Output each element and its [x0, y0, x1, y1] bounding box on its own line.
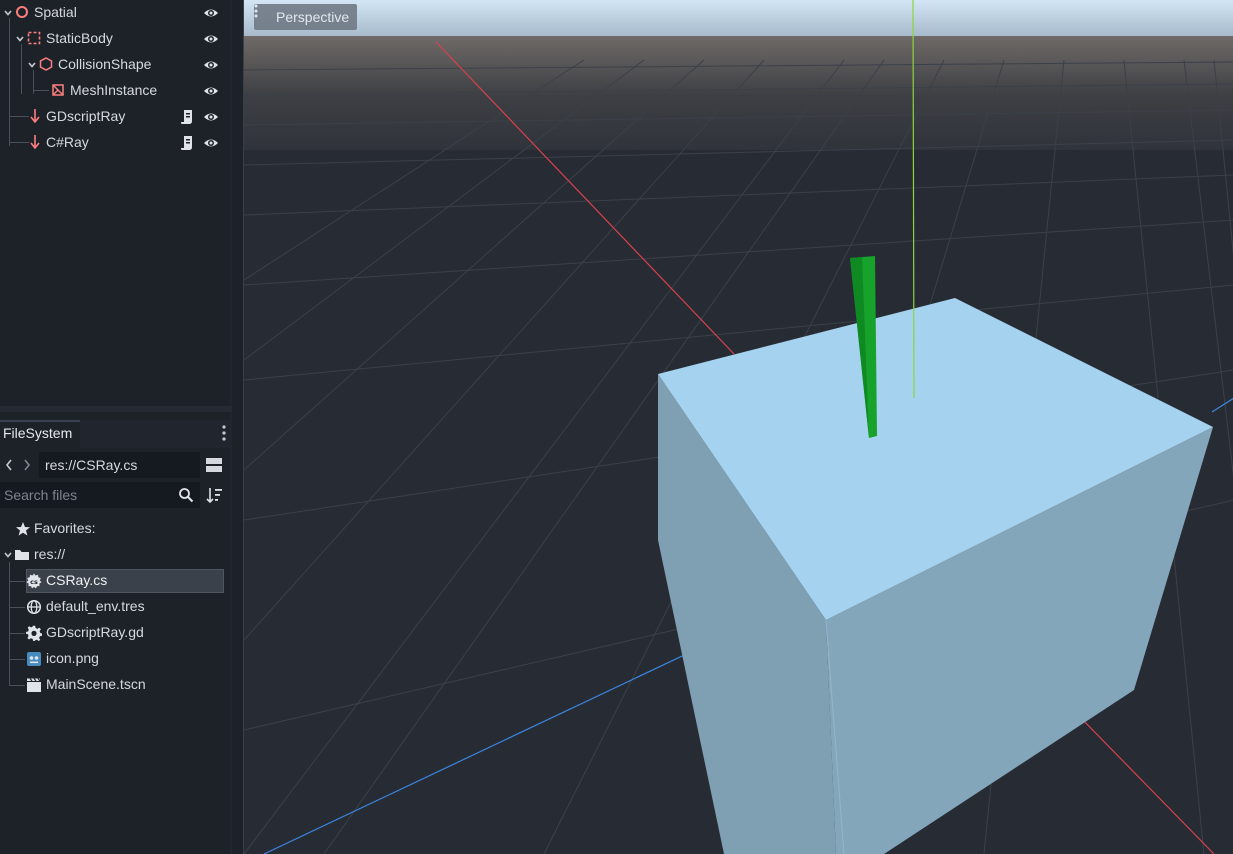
left-dock: Spatial StaticBody CollisionShape MeshIn…: [0, 0, 232, 854]
tree-guide: [9, 633, 25, 634]
tree-item-label: MeshInstance: [70, 82, 158, 98]
svg-text:cs: cs: [30, 578, 38, 586]
search-icon: [179, 488, 194, 503]
tree-item-spatial[interactable]: Spatial: [0, 0, 230, 26]
filesystem-tree: Favorites: res:// cs CSRay.cs default_en…: [0, 512, 230, 854]
3d-viewport[interactable]: Perspective: [243, 0, 1233, 854]
scene-tree-panel: Spatial StaticBody CollisionShape MeshIn…: [0, 0, 230, 406]
scene-icon: [27, 678, 41, 692]
forward-arrow-icon[interactable]: [21, 457, 33, 473]
chevron-down-icon[interactable]: [3, 8, 13, 18]
sky: [244, 0, 1233, 42]
favorites-item[interactable]: Favorites:: [0, 516, 230, 542]
raycast-icon: [30, 109, 40, 124]
script-icon[interactable]: [180, 109, 194, 125]
tree-item-label: GDscriptRay: [46, 108, 126, 124]
tree-guide: [9, 659, 25, 660]
tree-item-staticbody[interactable]: StaticBody: [0, 26, 230, 52]
collision-shape-icon: [39, 57, 53, 71]
res-root-folder[interactable]: res://: [0, 542, 230, 568]
file-item-label: MainScene.tscn: [46, 676, 146, 692]
file-item-label: default_env.tres: [46, 598, 145, 614]
folder-icon: [15, 550, 29, 560]
tree-item-collisionshape[interactable]: CollisionShape: [0, 52, 230, 78]
search-files-placeholder: Search files: [4, 487, 78, 503]
file-item-icon-png[interactable]: icon.png: [0, 646, 230, 672]
environment-icon: [26, 599, 42, 615]
tree-item-meshinstance[interactable]: MeshInstance: [0, 78, 230, 104]
spatial-node-icon: [16, 6, 28, 18]
file-item-label: CSRay.cs: [46, 572, 108, 588]
split-view-icon[interactable]: [205, 456, 223, 474]
tree-item-label: Spatial: [34, 4, 77, 20]
path-field-value: res://CSRay.cs: [45, 457, 138, 473]
favorites-label: Favorites:: [34, 520, 96, 536]
tree-guide: [9, 581, 25, 582]
mesh-instance-icon: [52, 84, 64, 96]
chevron-down-icon[interactable]: [15, 34, 25, 44]
visibility-eye-icon[interactable]: [203, 5, 219, 21]
raycast-icon: [30, 135, 40, 150]
file-item-mainscene[interactable]: MainScene.tscn: [0, 672, 230, 698]
viewport-scene[interactable]: [244, 0, 1233, 854]
visibility-eye-icon[interactable]: [203, 31, 219, 47]
chevron-down-icon[interactable]: [3, 550, 13, 560]
static-body-icon: [27, 31, 41, 45]
back-arrow-icon[interactable]: [3, 457, 15, 473]
file-item-csray[interactable]: cs CSRay.cs: [0, 568, 230, 594]
sort-icon[interactable]: [205, 486, 223, 504]
tab-filesystem-label: FileSystem: [3, 425, 73, 441]
res-root-label: res://: [34, 546, 66, 562]
script-icon[interactable]: [180, 135, 194, 151]
file-item-gdscriptray[interactable]: GDscriptRay.gd: [0, 620, 230, 646]
perspective-menu-button[interactable]: Perspective: [254, 4, 358, 30]
dock-menu-icon[interactable]: [218, 423, 230, 443]
chevron-down-icon[interactable]: [27, 60, 37, 70]
csharp-file-icon: cs: [26, 573, 42, 589]
perspective-label: Perspective: [276, 9, 350, 25]
menu-dots-icon: [254, 4, 258, 18]
tree-item-csharpray[interactable]: C#Ray: [0, 130, 230, 156]
visibility-eye-icon[interactable]: [203, 109, 219, 125]
visibility-eye-icon[interactable]: [203, 57, 219, 73]
filesystem-panel: FileSystem res://CSRay.cs Search files F…: [0, 412, 230, 854]
gear-icon: [26, 625, 42, 641]
visibility-eye-icon[interactable]: [203, 83, 219, 99]
file-item-label: GDscriptRay.gd: [46, 624, 144, 640]
tree-guide: [9, 685, 25, 686]
star-icon: [16, 522, 30, 536]
tree-guide: [9, 607, 25, 608]
file-item-label: icon.png: [46, 650, 99, 666]
image-icon: [27, 652, 41, 666]
visibility-eye-icon[interactable]: [203, 135, 219, 151]
file-item-default-env[interactable]: default_env.tres: [0, 594, 230, 620]
tree-item-gdscriptray[interactable]: GDscriptRay: [0, 104, 230, 130]
tree-item-label: CollisionShape: [58, 56, 152, 72]
tree-item-label: C#Ray: [46, 134, 89, 150]
tree-item-label: StaticBody: [46, 30, 113, 46]
